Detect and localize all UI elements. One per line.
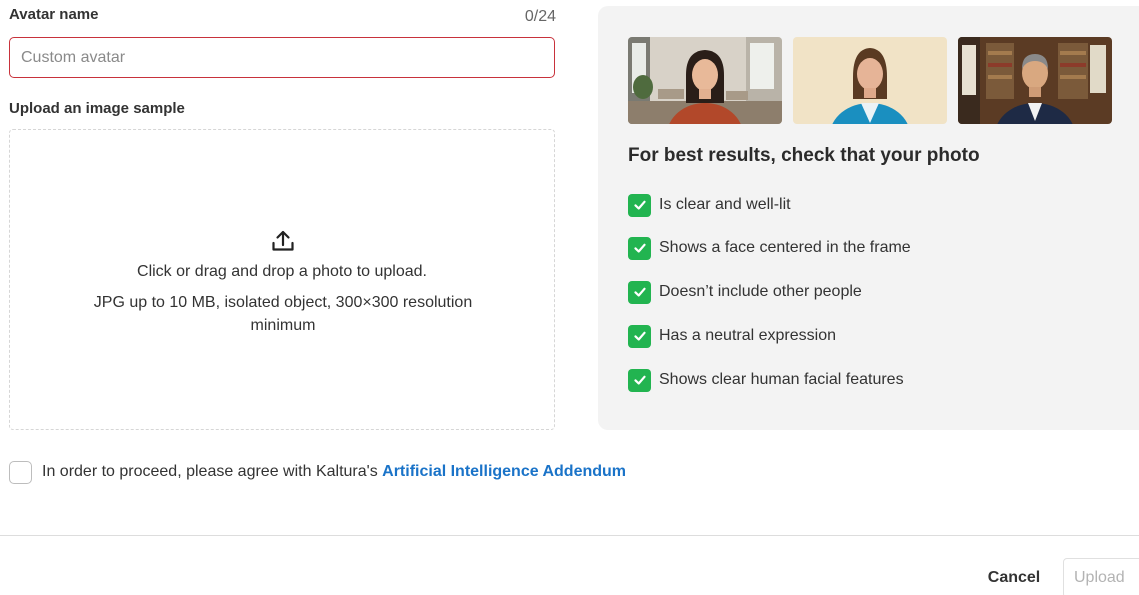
upload-icon <box>272 230 294 251</box>
upload-section-label: Upload an image sample <box>9 100 185 117</box>
tip-text: Is clear and well-lit <box>659 196 791 213</box>
agreement-label: In order to proceed, please agree with K… <box>42 463 383 480</box>
tip-item: Has a neutral expression <box>628 324 836 348</box>
image-dropzone[interactable]: Click or drag and drop a photo to upload… <box>9 129 555 430</box>
sample-photo-man-library <box>958 37 1112 124</box>
checkmark-icon <box>628 193 651 217</box>
avatar-name-input[interactable] <box>9 37 555 78</box>
tip-item: Shows a face centered in the frame <box>628 236 911 260</box>
tip-item: Doesn’t include other people <box>628 280 862 304</box>
tip-text: Shows a face centered in the frame <box>659 239 911 256</box>
avatar-name-label: Avatar name <box>9 6 99 23</box>
tip-text: Has a neutral expression <box>659 327 836 344</box>
checkmark-icon <box>628 368 651 392</box>
agreement-checkbox[interactable] <box>9 461 32 484</box>
sample-photo-woman-living-room <box>628 37 782 124</box>
ai-addendum-link[interactable]: Artificial Intelligence Addendum <box>382 463 626 480</box>
checkmark-icon <box>628 236 651 260</box>
tip-item: Is clear and well-lit <box>628 193 791 217</box>
dropzone-instructions: Click or drag and drop a photo to upload… <box>137 263 427 280</box>
upload-button[interactable]: Upload <box>1063 558 1139 595</box>
photo-tips-panel: For best results, check that your photo … <box>598 6 1139 430</box>
agreement-text: In order to proceed, please agree with K… <box>42 463 626 481</box>
tip-item: Shows clear human facial features <box>628 368 904 392</box>
sample-photo-woman-studio <box>793 37 947 124</box>
tip-text: Doesn’t include other people <box>659 283 862 300</box>
tip-text: Shows clear human facial features <box>659 371 904 388</box>
tips-title: For best results, check that your photo <box>628 145 980 166</box>
character-counter: 0/24 <box>524 8 556 25</box>
cancel-button[interactable]: Cancel <box>975 559 1053 595</box>
footer-divider <box>0 535 1139 536</box>
checkmark-icon <box>628 280 651 304</box>
dropzone-requirements: JPG up to 10 MB, isolated object, 300×30… <box>93 294 473 334</box>
checkmark-icon <box>628 324 651 348</box>
